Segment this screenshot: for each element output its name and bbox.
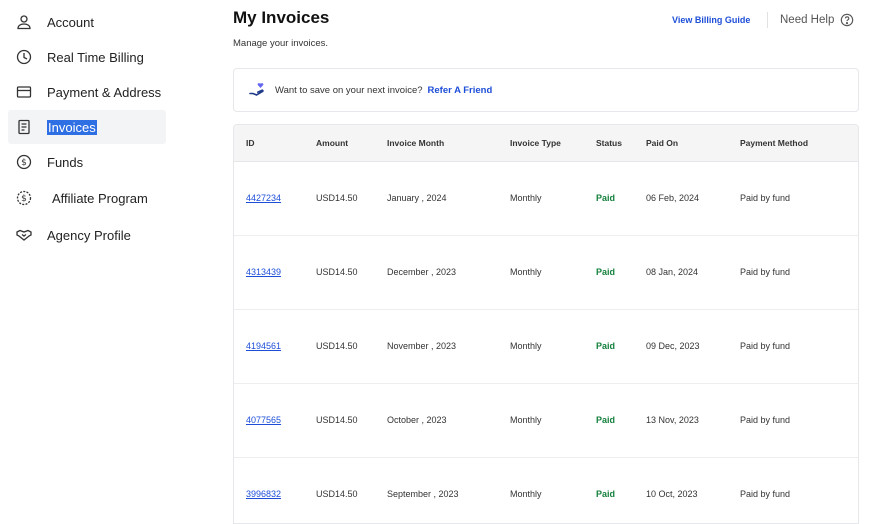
view-billing-guide-link[interactable]: View Billing Guide [672, 15, 750, 25]
paid-on-date: 08 Jan, 2024 [646, 267, 699, 277]
invoice-amount: USD14.50 [316, 267, 358, 277]
invoice-id-link[interactable]: 4194561 [246, 310, 281, 383]
invoice-amount: USD14.50 [316, 341, 358, 351]
svg-text:$: $ [21, 158, 27, 168]
sidebar-item-label: Agency Profile [47, 227, 131, 243]
payment-method: Paid by fund [740, 267, 791, 277]
handshake-icon [15, 226, 33, 244]
help-icon [841, 13, 854, 27]
sidebar-item-funds[interactable]: $ Funds [8, 145, 166, 179]
invoice-amount: USD14.50 [316, 193, 358, 203]
paid-on-date: 09 Dec, 2023 [646, 341, 700, 351]
clock-icon [15, 48, 33, 66]
invoice-id-link[interactable]: 3996832 [246, 458, 281, 523]
invoice-id-link[interactable]: 4313439 [246, 236, 281, 309]
receipt-icon [15, 118, 33, 136]
column-header-id: ID [246, 138, 255, 148]
need-help-button[interactable]: Need Help [780, 13, 854, 27]
dollar-circle-icon: $ [15, 153, 33, 171]
header-divider [767, 12, 768, 28]
invoice-month: October , 2023 [387, 415, 447, 425]
invoice-amount: USD14.50 [316, 415, 358, 425]
refer-a-friend-link[interactable]: Refer A Friend [428, 85, 493, 96]
table-header: ID Amount Invoice Month Invoice Type Sta… [234, 125, 858, 162]
invoice-type: Monthly [510, 415, 542, 425]
status-badge: Paid [596, 415, 616, 425]
payment-method: Paid by fund [740, 341, 791, 351]
invoice-amount: USD14.50 [316, 489, 358, 499]
table-row: 4427234 USD14.50 January , 2024 Monthly … [234, 162, 858, 236]
invoice-id-link[interactable]: 4077565 [246, 384, 281, 457]
sidebar-item-label: Account [47, 14, 94, 30]
status-badge: Paid [596, 341, 616, 351]
column-header-status: Status [596, 138, 622, 148]
invoice-type: Monthly [510, 193, 542, 203]
sidebar-item-label: Funds [47, 154, 84, 170]
invoice-id-link[interactable]: 4427234 [246, 162, 281, 235]
credit-card-icon [15, 83, 33, 101]
paid-on-date: 13 Nov, 2023 [646, 415, 699, 425]
sidebar-item-label: Real Time Billing [47, 49, 144, 65]
table-row: 4313439 USD14.50 December , 2023 Monthly… [234, 236, 858, 310]
sidebar-item-label: Payment & Address [47, 84, 162, 100]
sidebar-item-agency-profile[interactable]: Agency Profile [8, 218, 166, 252]
invoice-month: November , 2023 [387, 341, 457, 351]
table-row: 4077565 USD14.50 October , 2023 Monthly … [234, 384, 858, 458]
sidebar-item-label: Affiliate Program [52, 190, 148, 206]
sidebar-item-account[interactable]: Account [8, 5, 166, 39]
refer-banner: Want to save on your next invoice? Refer… [233, 68, 859, 112]
dollar-badge-icon: $ [15, 189, 33, 207]
table-row: 3996832 USD14.50 September , 2023 Monthl… [234, 458, 858, 523]
sidebar-item-invoices[interactable]: Invoices [8, 110, 166, 144]
invoice-type: Monthly [510, 267, 542, 277]
sidebar-item-payment-address[interactable]: Payment & Address [8, 75, 166, 109]
sidebar-item-real-time-billing[interactable]: Real Time Billing [8, 40, 166, 74]
table-row: 4194561 USD14.50 November , 2023 Monthly… [234, 310, 858, 384]
invoices-table: ID Amount Invoice Month Invoice Type Sta… [233, 124, 859, 524]
page-subtitle: Manage your invoices. [233, 38, 329, 49]
invoice-month: September , 2023 [387, 489, 459, 499]
invoice-month: January , 2024 [387, 193, 447, 203]
column-header-amount: Amount [316, 138, 349, 148]
paid-on-date: 10 Oct, 2023 [646, 489, 698, 499]
payment-method: Paid by fund [740, 489, 791, 499]
page-title: My Invoices [233, 8, 330, 27]
status-badge: Paid [596, 193, 616, 203]
sidebar: Account Real Time Billing Payment & Addr… [0, 0, 175, 517]
column-header-paid-on: Paid On [646, 138, 679, 148]
invoice-month: December , 2023 [387, 267, 457, 277]
status-badge: Paid [596, 267, 616, 277]
need-help-label: Need Help [780, 14, 835, 26]
payment-method: Paid by fund [740, 193, 791, 203]
refer-text: Want to save on your next invoice? [275, 84, 423, 96]
main-content: My Invoices Manage your invoices. View B… [233, 0, 871, 524]
gift-hand-icon [249, 83, 264, 96]
invoice-type: Monthly [510, 489, 542, 499]
invoice-type: Monthly [510, 341, 542, 351]
paid-on-date: 06 Feb, 2024 [646, 193, 700, 203]
payment-method: Paid by fund [740, 415, 791, 425]
status-badge: Paid [596, 489, 616, 499]
column-header-payment-method: Payment Method [740, 138, 809, 148]
sidebar-item-affiliate-program[interactable]: $ Affiliate Program [8, 181, 166, 215]
svg-text:$: $ [21, 194, 27, 204]
column-header-invoice-month: Invoice Month [387, 138, 445, 148]
sidebar-item-label: Invoices [47, 119, 97, 135]
user-icon [15, 13, 33, 31]
column-header-invoice-type: Invoice Type [510, 138, 561, 148]
